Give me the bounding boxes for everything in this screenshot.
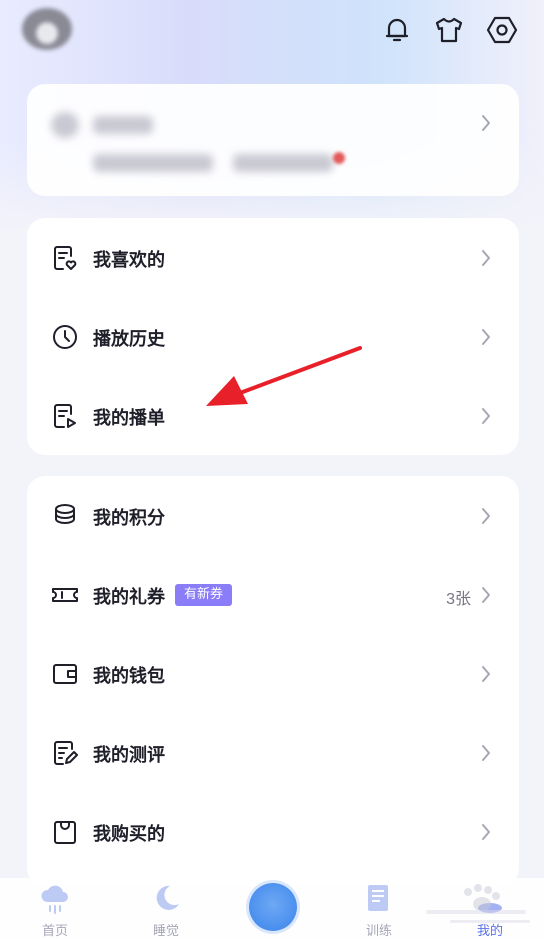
profile-card[interactable] xyxy=(27,84,519,196)
tab-sleep[interactable]: 睡觉 xyxy=(126,878,206,939)
cloud-rain-icon xyxy=(39,882,71,916)
chevron-right-icon xyxy=(479,664,493,684)
menu-item-wallet[interactable]: 我的钱包 xyxy=(27,644,519,704)
playlist-icon xyxy=(51,402,79,430)
settings-icon[interactable] xyxy=(486,14,518,46)
menu-item-label: 我购买的 xyxy=(93,824,165,845)
wallet-icon xyxy=(51,660,79,688)
menu-item-label: 我的钱包 xyxy=(93,666,165,687)
menu-item-purchases[interactable]: 我购买的 xyxy=(27,802,519,862)
new-coupon-badge: 有新券 xyxy=(175,584,233,606)
profile-stat-blurred xyxy=(93,154,213,172)
chevron-right-icon xyxy=(479,113,493,133)
menu-item-assessment[interactable]: 我的测评 xyxy=(27,723,519,783)
favorites-list-icon xyxy=(51,244,79,272)
menu-item-label: 播放历史 xyxy=(93,329,165,350)
chevron-right-icon xyxy=(479,743,493,763)
annotation-arrow-icon xyxy=(206,346,362,406)
profile-name-blurred xyxy=(93,116,153,134)
menu-item-label: 我的播单 xyxy=(93,408,165,429)
tab-label: 首页 xyxy=(41,924,68,939)
coins-icon xyxy=(51,502,79,530)
chevron-right-icon xyxy=(479,406,493,426)
menu-item-label: 我喜欢的 xyxy=(93,250,165,271)
chevron-right-icon xyxy=(479,585,493,605)
assessment-icon xyxy=(51,739,79,767)
chevron-right-icon xyxy=(479,506,493,526)
profile-icon-blurred xyxy=(51,112,79,138)
bell-icon[interactable] xyxy=(381,14,413,46)
avatar[interactable] xyxy=(22,8,72,50)
menu-group-account: 我的积分 我的礼券 有新券 3张 我的钱包 我的测评 我购买的 xyxy=(27,476,519,886)
chevron-right-icon xyxy=(479,822,493,842)
clock-icon xyxy=(51,323,79,351)
play-orb-icon[interactable] xyxy=(249,883,297,931)
tshirt-icon[interactable] xyxy=(433,14,465,46)
notification-dot xyxy=(333,152,345,164)
tab-label: 睡觉 xyxy=(152,924,179,939)
moon-icon xyxy=(150,882,182,916)
ticket-icon xyxy=(51,581,79,609)
shopping-bag-icon xyxy=(51,818,79,846)
tab-training[interactable]: 训练 xyxy=(339,878,419,939)
profile-stat-blurred xyxy=(233,154,333,172)
menu-item-favorites[interactable]: 我喜欢的 xyxy=(27,228,519,288)
menu-item-label: 我的测评 xyxy=(93,745,165,766)
menu-item-label: 我的礼券 xyxy=(93,587,165,608)
watermark-logo-icon xyxy=(420,878,544,939)
menu-group-library: 我喜欢的 播放历史 我的播单 xyxy=(27,218,519,455)
menu-item-coupons[interactable]: 我的礼券 有新券 3张 xyxy=(27,565,519,625)
chevron-right-icon xyxy=(479,248,493,268)
menu-item-points[interactable]: 我的积分 xyxy=(27,486,519,546)
tab-home[interactable]: 首页 xyxy=(15,878,95,939)
coupon-count: 3张 xyxy=(446,591,471,608)
chevron-right-icon xyxy=(479,327,493,347)
menu-item-label: 我的积分 xyxy=(93,508,165,529)
tab-label: 训练 xyxy=(365,924,392,939)
notebook-icon xyxy=(363,882,395,916)
